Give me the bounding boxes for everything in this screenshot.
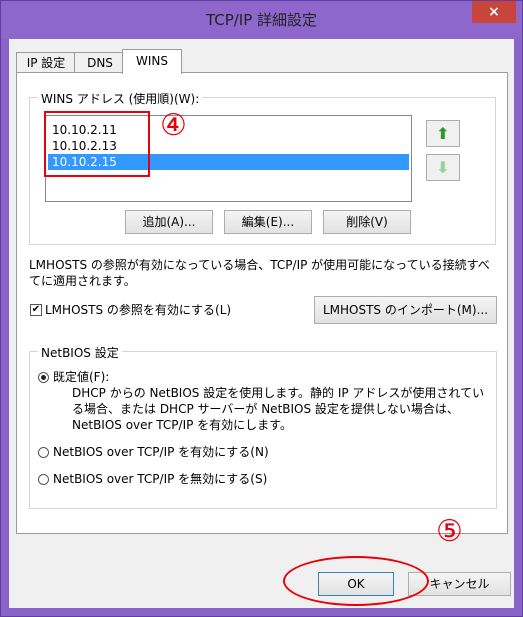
lmhosts-checkbox[interactable]: ✔ [30, 304, 42, 316]
checkmark-icon: ✔ [31, 304, 41, 315]
annotation-number-5: ⑤ [436, 514, 463, 549]
annotation-box-wins-list [44, 111, 150, 177]
netbios-enable-label[interactable]: NetBIOS over TCP/IP を有効にする(N) [53, 444, 269, 460]
netbios-default-label[interactable]: 既定値(F): [53, 369, 109, 385]
tab-ip-settings[interactable]: IP 設定 [16, 52, 76, 73]
netbios-default-description: DHCP からの NetBIOS 設定を使用します。静的 IP アドレスが使用さ… [72, 386, 485, 432]
arrow-up-icon: ⬆ [436, 124, 450, 143]
arrow-down-icon: ⬇ [436, 158, 450, 177]
netbios-default-radio[interactable] [38, 372, 49, 383]
add-button[interactable]: 追加(A)... [125, 210, 213, 234]
annotation-ellipse-ok [283, 556, 429, 606]
netbios-disable-radio[interactable] [38, 474, 49, 485]
netbios-group-label: NetBIOS 設定 [38, 344, 122, 361]
delete-button[interactable]: 削除(V) [323, 210, 411, 234]
netbios-enable-radio[interactable] [38, 447, 49, 458]
tab-wins[interactable]: WINS [122, 49, 182, 74]
move-down-button[interactable]: ⬇ [426, 154, 460, 181]
annotation-number-4: ④ [160, 108, 187, 143]
lmhosts-checkbox-label[interactable]: LMHOSTS の参照を有効にする(L) [45, 302, 231, 318]
lmhosts-import-button[interactable]: LMHOSTS のインポート(M)... [314, 296, 497, 324]
tab-dns[interactable]: DNS [74, 52, 126, 73]
move-up-button[interactable]: ⬆ [426, 120, 460, 147]
window-title: TCP/IP 詳細設定 [205, 11, 318, 29]
lmhosts-description: LMHOSTS の参照が有効になっている場合、TCP/IP が使用可能になってい… [29, 258, 490, 288]
netbios-group: NetBIOS 設定 既定値(F): DHCP からの NetBIOS 設定を使… [29, 344, 497, 509]
netbios-disable-label[interactable]: NetBIOS over TCP/IP を無効にする(S) [53, 471, 267, 487]
edit-button[interactable]: 編集(E)... [224, 210, 312, 234]
title-bar[interactable]: TCP/IP 詳細設定 × [1, 1, 522, 39]
close-button[interactable]: × [472, 1, 516, 23]
wins-address-group-label: WINS アドレス (使用順)(W): [38, 90, 203, 107]
